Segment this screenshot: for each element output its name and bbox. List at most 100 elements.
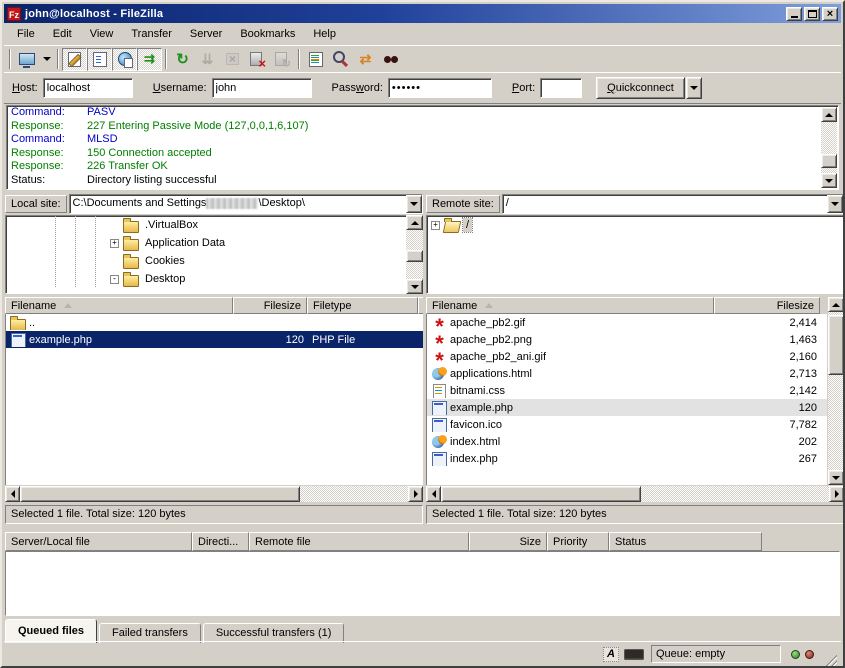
queue-tabs: Queued filesFailed transfersSuccessful t…	[5, 618, 840, 643]
file-row[interactable]: apache_pb2_ani.gif 2,160	[427, 348, 827, 365]
file-row[interactable]: bitnami.css 2,142	[427, 382, 827, 399]
file-row[interactable]: apache_pb2.png 1,463	[427, 331, 827, 348]
local-site-dropdown-button[interactable]	[406, 195, 422, 213]
remote-site-combobox[interactable]: /	[502, 194, 844, 214]
tree-expander[interactable]: +	[431, 221, 440, 230]
file-row[interactable]: apache_pb2.gif 2,414	[427, 314, 827, 331]
site-manager-dropdown-icon	[40, 51, 53, 68]
minimize-button[interactable]	[786, 7, 802, 21]
close-button[interactable]: ×	[822, 7, 838, 21]
column-header[interactable]: Filename	[426, 297, 714, 314]
file-row[interactable]: index.html 202	[427, 433, 827, 450]
file-row[interactable]: example.php 120 PHP File 1	[6, 331, 423, 348]
column-header[interactable]: Remote file	[249, 532, 469, 551]
username-input[interactable]	[212, 78, 312, 98]
column-header[interactable]: Size	[469, 532, 547, 551]
scroll-down-button[interactable]	[828, 470, 844, 485]
tree-item[interactable]: Cookies	[6, 252, 422, 270]
scrollbar-thumb[interactable]	[828, 315, 844, 375]
tree-expander[interactable]: +	[110, 239, 119, 248]
tree-expander[interactable]: -	[110, 275, 119, 284]
toolbar-filter[interactable]	[303, 48, 328, 71]
tree-item[interactable]: + Application Data	[6, 234, 422, 252]
host-input[interactable]	[43, 78, 133, 98]
reconnect-icon	[274, 51, 291, 68]
apache-icon	[431, 316, 448, 330]
maximize-button[interactable]	[804, 7, 820, 21]
toggle-local-tree-icon	[91, 51, 108, 68]
scrollbar-thumb[interactable]	[20, 486, 300, 502]
local-tree-scrollbar[interactable]	[406, 215, 423, 294]
toolbar-synchronized-browsing[interactable]	[353, 48, 378, 71]
scroll-right-button[interactable]	[408, 486, 423, 502]
menu-item-edit[interactable]: Edit	[44, 25, 81, 43]
column-header[interactable]: Directi...	[192, 532, 249, 551]
column-header[interactable]: Filesize	[233, 297, 307, 314]
menu-item-bookmarks[interactable]: Bookmarks	[231, 25, 304, 43]
scroll-up-button[interactable]	[406, 215, 423, 230]
toolbar-find-files[interactable]	[378, 48, 403, 71]
remote-site-dropdown-button[interactable]	[827, 195, 843, 213]
column-header[interactable]: Filetype	[307, 297, 418, 314]
menu-item-transfer[interactable]: Transfer	[122, 25, 181, 43]
file-row[interactable]: example.php 120	[427, 399, 827, 416]
menu-item-file[interactable]: File	[8, 25, 44, 43]
menu-item-help[interactable]: Help	[304, 25, 345, 43]
port-input[interactable]	[540, 78, 582, 98]
quickconnect-dropdown-button[interactable]	[686, 77, 702, 99]
toolbar-disconnect[interactable]	[245, 48, 270, 71]
toolbar-toggle-local-tree[interactable]	[87, 48, 112, 71]
column-header[interactable]: Server/Local file	[5, 532, 192, 551]
local-horizontal-scrollbar[interactable]	[5, 486, 423, 502]
file-row[interactable]: applications.html 2,713	[427, 365, 827, 382]
scrollbar-thumb[interactable]	[821, 154, 837, 168]
column-header[interactable]: Status	[609, 532, 762, 551]
message-log-scrollbar[interactable]	[821, 107, 837, 188]
tree-item[interactable]: .VirtualBox	[6, 216, 422, 234]
toolbar-process-queue[interactable]	[195, 48, 220, 71]
toolbar-toggle-transfer-queue[interactable]	[137, 48, 162, 71]
menu-item-view[interactable]: View	[81, 25, 123, 43]
scroll-left-button[interactable]	[426, 486, 441, 502]
column-header[interactable]: Priority	[547, 532, 609, 551]
quickconnect-button[interactable]: Quickconnect	[596, 77, 685, 99]
local-site-combobox[interactable]: C:\Documents and Settings\Desktop\	[69, 194, 423, 214]
menu-item-server[interactable]: Server	[181, 25, 231, 43]
remote-list-scrollbar[interactable]	[827, 297, 844, 485]
tab-failed-transfers[interactable]: Failed transfers	[99, 623, 201, 643]
toolbar-site-manager[interactable]	[14, 48, 39, 71]
file-row[interactable]: index.php 267	[427, 450, 827, 467]
toolbar-directory-comparison[interactable]	[328, 48, 353, 71]
tree-item[interactable]: - Desktop	[6, 270, 422, 288]
column-header[interactable]: Last modified	[418, 297, 423, 314]
folder-icon	[123, 236, 140, 250]
scroll-up-button[interactable]	[821, 107, 837, 122]
resize-grip[interactable]	[823, 652, 837, 666]
scroll-down-button[interactable]	[406, 279, 423, 294]
tree-item[interactable]: + /	[427, 216, 843, 234]
scroll-down-button[interactable]	[821, 173, 837, 188]
scrollbar-thumb[interactable]	[406, 250, 423, 262]
toolbar-refresh[interactable]	[170, 48, 195, 71]
local-directory-tree: .VirtualBox + Application Data Cookies	[5, 215, 423, 294]
toolbar-toggle-message-log[interactable]	[62, 48, 87, 71]
sort-ascending-icon	[485, 303, 493, 308]
file-row[interactable]: favicon.ico 7,782	[427, 416, 827, 433]
scroll-right-button[interactable]	[829, 486, 844, 502]
scroll-left-button[interactable]	[5, 486, 20, 502]
tab-successful-transfers-1[interactable]: Successful transfers (1)	[203, 623, 345, 643]
queue-body[interactable]	[5, 551, 840, 616]
remote-horizontal-scrollbar[interactable]	[426, 486, 844, 502]
toolbar-cancel[interactable]	[220, 48, 245, 71]
tab-queued-files[interactable]: Queued files	[5, 619, 97, 643]
column-header[interactable]: Filesize	[714, 297, 820, 314]
scrollbar-thumb[interactable]	[441, 486, 641, 502]
toolbar-separator	[298, 49, 300, 69]
toolbar-reconnect[interactable]	[270, 48, 295, 71]
password-input[interactable]	[388, 78, 492, 98]
column-header[interactable]: Filename	[5, 297, 233, 314]
scroll-up-button[interactable]	[828, 297, 844, 312]
toolbar-toggle-remote-tree[interactable]	[112, 48, 137, 71]
toolbar-site-manager-dropdown[interactable]	[39, 48, 54, 71]
file-row[interactable]: ..	[6, 314, 423, 331]
